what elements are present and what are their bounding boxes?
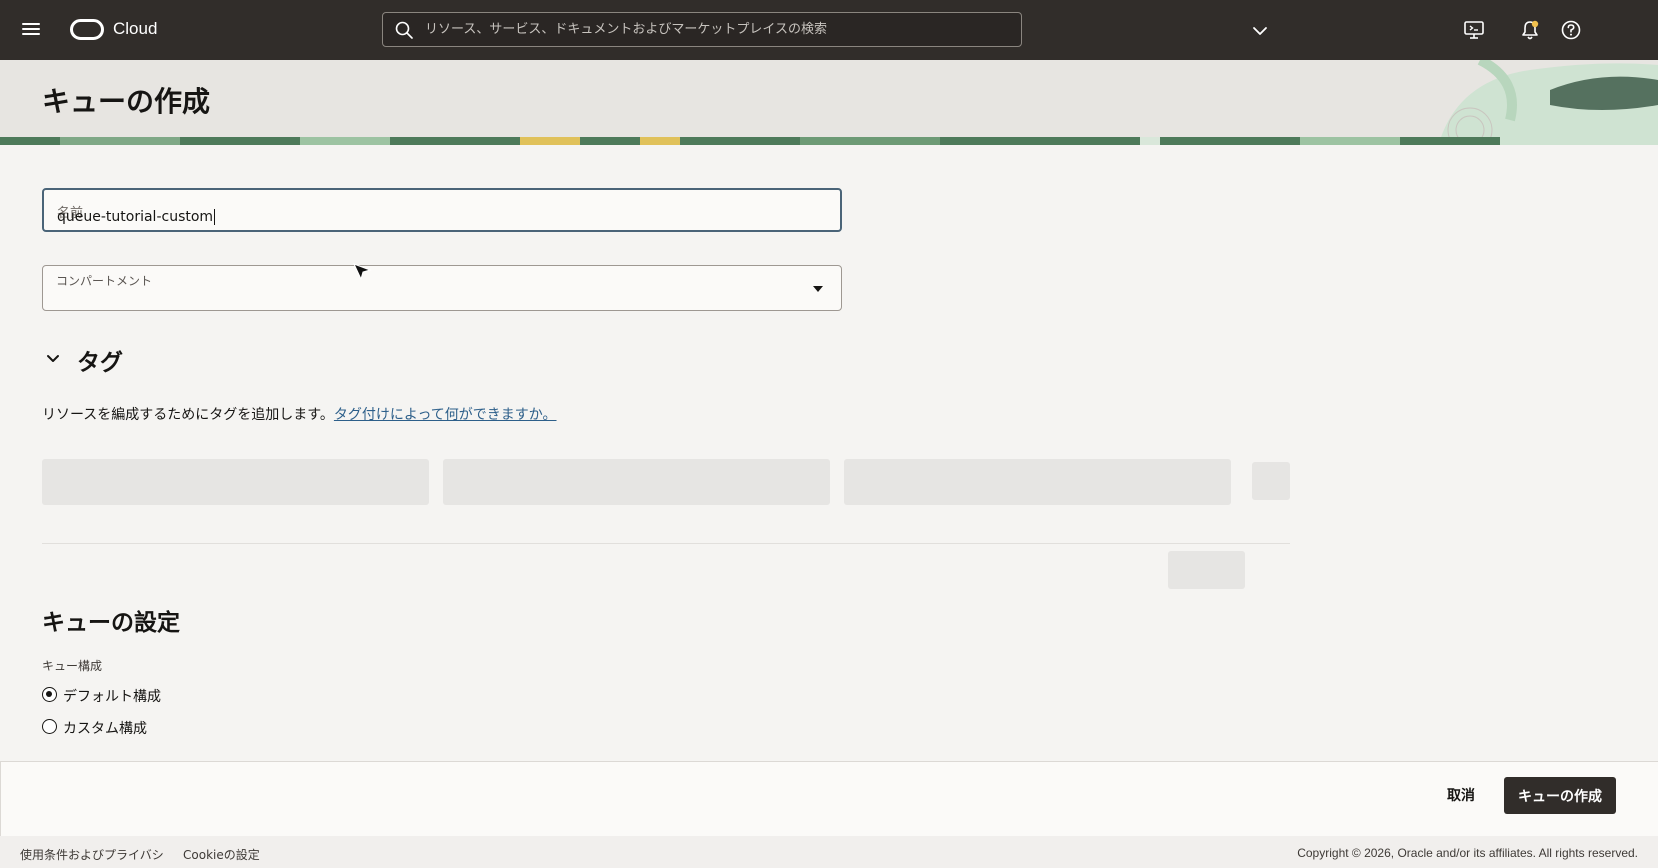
- decorative-illustration: [1440, 60, 1658, 140]
- tag-remove-placeholder: [1252, 462, 1290, 500]
- decorative-strip: [0, 137, 1658, 145]
- chevron-down-icon[interactable]: [1251, 22, 1269, 40]
- queue-config-label: キュー構成: [42, 659, 103, 673]
- oracle-logo[interactable]: [70, 19, 104, 40]
- search-input[interactable]: [425, 13, 1015, 46]
- add-tag-placeholder: [1168, 551, 1245, 589]
- tag-value-placeholder: [844, 459, 1231, 505]
- hamburger-menu-icon[interactable]: [22, 20, 42, 40]
- text-caret: [214, 209, 216, 225]
- mouse-cursor-icon: [353, 263, 372, 281]
- queue-settings-heading: キューの設定: [42, 610, 180, 636]
- chevron-down-icon[interactable]: [44, 350, 62, 368]
- tags-help-link[interactable]: タグ付けによって何ができますか。: [334, 407, 557, 423]
- radio-custom-label[interactable]: カスタム構成: [63, 718, 147, 738]
- cloud-shell-icon[interactable]: [1463, 19, 1485, 41]
- page-header-banner: キューの作成: [0, 60, 1658, 145]
- top-navigation-bar: Cloud: [0, 0, 1658, 60]
- cancel-button[interactable]: 取消: [1435, 777, 1487, 813]
- tags-section-heading[interactable]: タグ: [77, 343, 123, 377]
- radio-selected-dot: [46, 691, 52, 697]
- tag-namespace-placeholder: [42, 459, 429, 505]
- cookie-settings-link[interactable]: Cookieの設定: [183, 846, 260, 863]
- tags-description: リソースを編成するためにタグを追加します。タグ付けによって何ができますか。: [42, 404, 557, 424]
- section-divider: [42, 543, 1290, 544]
- copyright-text: Copyright © 2026, Oracle and/or its affi…: [1297, 846, 1638, 860]
- compartment-field-label: コンパートメント: [56, 274, 153, 288]
- radio-button[interactable]: [42, 687, 57, 702]
- help-icon[interactable]: [1560, 19, 1582, 41]
- page-title: キューの作成: [42, 85, 211, 118]
- compartment-select[interactable]: コンパートメント: [42, 265, 842, 311]
- form-action-bar: 取消 キューの作成: [0, 761, 1658, 836]
- search-icon: [395, 21, 413, 39]
- radio-default-label[interactable]: デフォルト構成: [63, 686, 161, 706]
- tag-key-placeholder: [443, 459, 830, 505]
- name-field[interactable]: 名前 queue-tutorial-custom: [42, 188, 842, 232]
- name-input[interactable]: queue-tutorial-custom: [57, 209, 827, 225]
- brand-name[interactable]: Cloud: [113, 19, 157, 39]
- bell-icon[interactable]: [1520, 19, 1540, 41]
- tags-description-text: リソースを編成するためにタグを追加します。: [42, 407, 334, 423]
- create-queue-button[interactable]: キューの作成: [1504, 777, 1616, 814]
- name-input-value: queue-tutorial-custom: [57, 209, 214, 225]
- global-search[interactable]: [382, 12, 1022, 47]
- radio-button[interactable]: [42, 719, 57, 734]
- terms-privacy-link[interactable]: 使用条件およびプライバシ: [20, 846, 164, 863]
- page-footer: 使用条件およびプライバシ Cookieの設定 Copyright © 2026,…: [0, 836, 1658, 868]
- caret-down-icon[interactable]: [813, 285, 823, 293]
